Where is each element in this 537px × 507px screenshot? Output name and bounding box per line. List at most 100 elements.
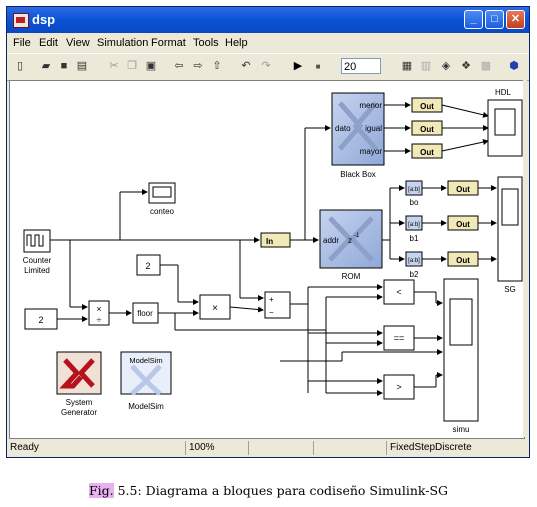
bb-port-menor: menor [359, 101, 382, 110]
menu-help[interactable]: Help [225, 37, 248, 49]
out-label: Out [420, 148, 434, 157]
relational-blocks[interactable]: < == > [383, 279, 415, 400]
menu-simulation[interactable]: Simulation [97, 37, 148, 49]
slice-b2-label: b2 [410, 270, 419, 279]
status-state: Ready [10, 442, 39, 453]
hdl-scope-title: HDL [495, 88, 512, 97]
debug-icon[interactable]: ▩ [479, 60, 493, 73]
block-diagram: HDL menor dato igual mayor Black Box Out… [23, 88, 523, 434]
diagram-canvas[interactable]: HDL menor dato igual mayor Black Box Out… [9, 80, 525, 439]
build-icon[interactable]: ▦ [400, 60, 414, 73]
library-browser-icon[interactable]: ❖ [459, 60, 473, 73]
conteo-label: conteo [150, 207, 175, 216]
caption-text: 5.5: Diagrama a bloques para codiseño Si… [117, 483, 449, 498]
divide-block[interactable]: × ÷ [88, 300, 110, 326]
svg-text:×: × [96, 304, 101, 314]
copy-icon[interactable]: ❐ [125, 60, 139, 73]
modelsim-label: ModelSim [128, 402, 164, 411]
status-solver: FixedStepDiscrete [386, 441, 472, 455]
constant-value: 2 [38, 315, 43, 325]
play-icon[interactable]: ▶ [291, 60, 305, 73]
floor-label: floor [137, 309, 153, 318]
slice-blocks[interactable]: [a:b] bo [a:b] b1 [a:b] b2 [405, 180, 423, 279]
paste-icon[interactable]: ▣ [144, 60, 158, 73]
slice-bo-label: bo [410, 198, 419, 207]
simu-scope[interactable]: simu [443, 278, 479, 434]
rom-z: z [348, 236, 352, 245]
rom-block[interactable]: addr z -1 ROM [319, 209, 383, 281]
model-window: dsp _ □ ✕ File Edit View Simulation Form… [6, 6, 530, 458]
gateway-in-block[interactable]: In [260, 232, 291, 248]
slice-label: [a:b] [408, 222, 420, 228]
forward-icon[interactable]: ⇨ [191, 60, 205, 73]
title-bar[interactable]: dsp _ □ ✕ [7, 7, 529, 33]
product-block[interactable]: × [199, 294, 231, 320]
undo-icon[interactable]: ↶ [239, 60, 253, 73]
bb-port-dato: dato [335, 124, 351, 133]
new-icon[interactable]: ▯ [13, 60, 27, 73]
stop-icon[interactable]: ■ [311, 60, 325, 73]
redo-icon[interactable]: ↷ [259, 60, 273, 73]
bb-port-igual: igual [365, 124, 382, 133]
sysgen-label-1: System [66, 398, 93, 407]
up-icon[interactable]: ⇧ [210, 60, 224, 73]
status-empty-1 [248, 441, 314, 455]
status-empty-2 [313, 441, 387, 455]
cut-icon[interactable]: ✂ [107, 60, 121, 73]
conteo-scope[interactable]: conteo [148, 182, 176, 216]
sg-label: SG [504, 285, 516, 294]
menu-view[interactable]: View [66, 37, 90, 49]
less-than-symbol: < [396, 287, 401, 297]
svg-text:÷: ÷ [97, 315, 102, 325]
rom-label: ROM [342, 272, 361, 281]
out-label: Out [420, 102, 434, 111]
simu-label: simu [453, 425, 470, 434]
svg-text:+: + [269, 295, 274, 304]
out-label: Out [456, 256, 470, 265]
update-diagram-icon[interactable]: ▥ [419, 60, 433, 73]
out-label: Out [456, 220, 470, 229]
out-label: Out [420, 125, 434, 134]
black-box-label: Black Box [340, 170, 376, 179]
print-icon[interactable]: ▤ [75, 60, 89, 73]
simulink-icon [13, 13, 29, 28]
menu-format[interactable]: Format [151, 37, 186, 49]
model-explorer-icon[interactable]: ◈ [439, 60, 453, 73]
close-button[interactable]: ✕ [506, 10, 525, 29]
slice-b1-label: b1 [410, 234, 419, 243]
hdl-scope[interactable]: HDL [487, 88, 523, 157]
caption-prefix: Fig. [88, 483, 114, 498]
vertical-scrollbar[interactable] [523, 80, 527, 437]
minimize-button[interactable]: _ [464, 10, 483, 29]
sg-scope[interactable]: SG [497, 176, 523, 294]
sysgen-label-2: Generator [61, 408, 97, 417]
system-generator-block[interactable]: System Generator [56, 351, 102, 417]
modelsim-block[interactable]: ModelSim ModelSim [120, 351, 172, 411]
equal-symbol: == [394, 333, 405, 343]
counter-label-2: Limited [24, 266, 50, 275]
stop-time-input[interactable]: 20 [341, 58, 381, 74]
menu-file[interactable]: File [13, 37, 31, 49]
rtw-icon[interactable]: ⬢ [507, 60, 521, 73]
floor-block[interactable]: floor [132, 302, 159, 324]
constant-block[interactable]: 2 [24, 308, 58, 330]
counter-limited-block[interactable]: Counter Limited [23, 229, 52, 275]
subtract-block[interactable]: + − [264, 291, 291, 319]
product-symbol: × [212, 303, 218, 314]
window-title: dsp [32, 12, 56, 27]
menu-edit[interactable]: Edit [39, 37, 58, 49]
in-label: In [266, 237, 273, 246]
rom-exp: -1 [354, 233, 360, 239]
counter-label-1: Counter [23, 256, 52, 265]
black-box-block[interactable]: menor dato igual mayor Black Box [331, 92, 385, 179]
open-icon[interactable]: ▰ [39, 60, 53, 73]
greater-than-symbol: > [396, 382, 401, 392]
maximize-button[interactable]: □ [485, 10, 504, 29]
slice-label: [a:b] [408, 187, 420, 193]
modelsim-title: ModelSim [129, 356, 162, 365]
back-icon[interactable]: ⇦ [172, 60, 186, 73]
constant-block[interactable]: 2 [136, 254, 161, 276]
out-label: Out [456, 185, 470, 194]
menu-tools[interactable]: Tools [193, 37, 219, 49]
save-icon[interactable]: ■ [57, 60, 71, 73]
